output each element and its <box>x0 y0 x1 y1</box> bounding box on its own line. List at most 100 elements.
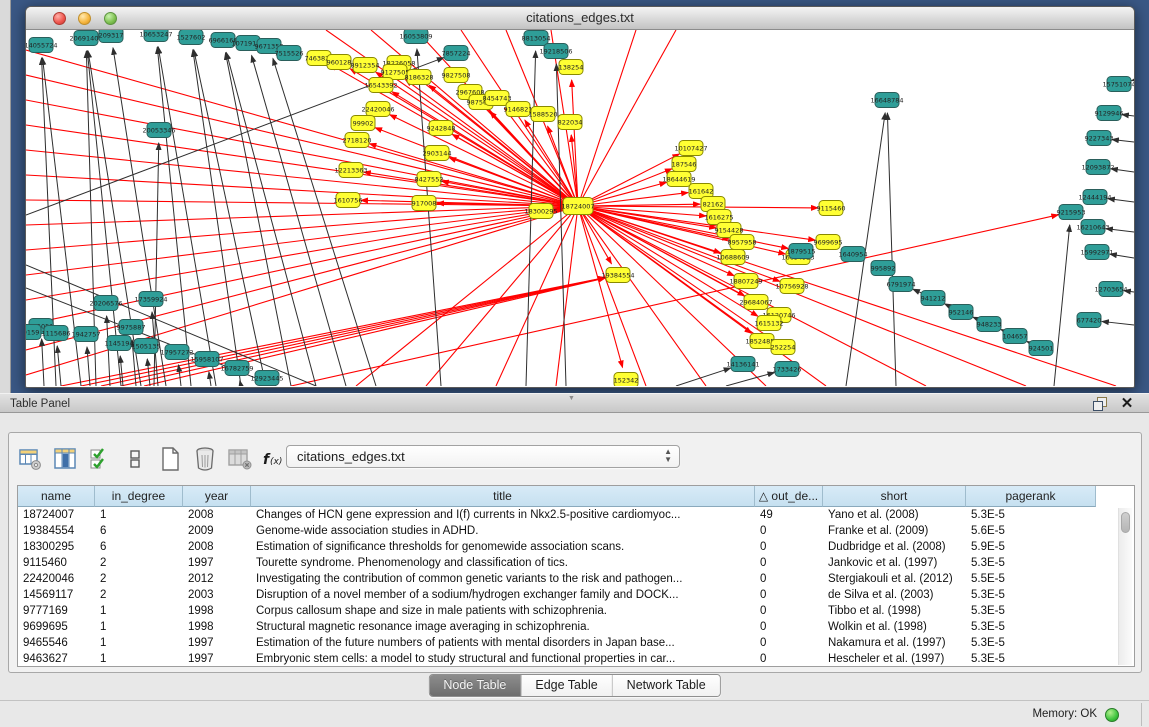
network-edge[interactable] <box>578 206 815 240</box>
network-node[interactable]: 677420 <box>1077 313 1102 328</box>
network-node[interactable]: 16053809 <box>399 30 432 44</box>
network-node[interactable]: 18807249 <box>729 274 762 289</box>
network-node[interactable]: 10107427 <box>674 141 707 156</box>
network-edge[interactable] <box>578 206 646 386</box>
network-node[interactable]: 1527602 <box>177 30 206 45</box>
network-node[interactable]: 19384554 <box>601 268 634 283</box>
network-node[interactable]: 9975887 <box>117 320 146 335</box>
network-node[interactable]: 1615132 <box>755 316 784 331</box>
table-row[interactable]: 1456911722003Disruption of a novel membe… <box>18 587 1134 603</box>
memory-ok-indicator-icon[interactable] <box>1105 708 1119 722</box>
network-edge[interactable] <box>1108 199 1134 202</box>
column-header-out_de[interactable]: △ out_de... <box>755 486 823 507</box>
table-mode-icon[interactable] <box>17 446 43 472</box>
network-node[interactable]: 9115460 <box>817 201 846 216</box>
network-edge[interactable] <box>1054 225 1070 386</box>
network-node[interactable]: 104657 <box>1003 329 1028 344</box>
network-edge[interactable] <box>578 206 623 367</box>
network-node[interactable]: 1145194 <box>105 336 134 351</box>
table-row[interactable]: 969969511998Structural magnetic resonanc… <box>18 619 1134 635</box>
network-edge[interactable] <box>26 206 578 225</box>
network-node[interactable]: 7515526 <box>275 46 304 61</box>
network-edge[interactable] <box>57 346 61 386</box>
network-node[interactable]: 2718120 <box>343 133 372 148</box>
network-node[interactable]: 12923445 <box>250 371 283 386</box>
network-edge[interactable] <box>556 206 578 386</box>
network-node[interactable]: 10756928 <box>775 279 808 294</box>
network-node[interactable]: 1640954 <box>839 247 868 262</box>
network-node[interactable]: 6791974 <box>887 277 916 292</box>
network-node[interactable]: 8427552 <box>415 172 444 187</box>
network-node[interactable]: 7857224 <box>442 46 471 61</box>
float-panel-icon[interactable] <box>1093 397 1107 411</box>
tab-node-table[interactable]: Node Table <box>429 675 521 696</box>
network-node[interactable]: 15958107 <box>190 352 223 367</box>
network-node[interactable]: 941212 <box>921 291 946 306</box>
network-edge[interactable] <box>194 50 266 386</box>
close-panel-icon[interactable]: ✕ <box>1119 395 1135 413</box>
delete-column-icon[interactable] <box>192 446 218 472</box>
function-builder-icon[interactable]: f(x) <box>262 446 288 472</box>
network-node[interactable]: 1879515 <box>787 244 816 259</box>
column-header-short[interactable]: short <box>823 486 966 507</box>
column-header-pagerank[interactable]: pagerank <box>966 486 1096 507</box>
network-edge[interactable] <box>578 206 818 208</box>
table-row[interactable]: 2242004622012Investigating the contribut… <box>18 571 1134 587</box>
network-node[interactable]: 14055724 <box>26 38 58 53</box>
network-edge[interactable] <box>676 368 731 386</box>
network-node[interactable]: 14136141 <box>726 357 759 372</box>
network-node[interactable]: 8813054 <box>522 31 551 46</box>
network-node[interactable]: 12093872 <box>1081 160 1114 175</box>
tab-network-table[interactable]: Network Table <box>613 675 720 696</box>
network-node[interactable]: 1505135 <box>132 339 161 354</box>
network-node[interactable]: 20053346 <box>142 123 175 138</box>
network-node[interactable]: 10653247 <box>139 30 172 42</box>
network-node[interactable]: 9227343 <box>1085 131 1114 146</box>
network-node[interactable]: 187546 <box>672 157 697 172</box>
new-column-icon[interactable] <box>157 446 183 472</box>
network-node[interactable]: 209317 <box>99 30 124 43</box>
network-edge[interactable] <box>578 206 721 253</box>
network-node[interactable]: 1115686 <box>42 326 71 341</box>
network-edge[interactable] <box>356 206 578 386</box>
network-edge[interactable] <box>449 158 578 206</box>
network-edge[interactable] <box>578 206 1026 386</box>
network-edge[interactable] <box>101 278 605 386</box>
network-node[interactable]: 917008 <box>412 196 437 211</box>
table-vertical-scrollbar[interactable] <box>1118 508 1132 665</box>
network-node[interactable]: 138254 <box>559 60 584 75</box>
network-edge[interactable] <box>157 47 191 386</box>
network-node[interactable]: 12213363 <box>334 163 367 178</box>
network-edge[interactable] <box>578 206 706 386</box>
column-header-name[interactable]: name <box>18 486 95 507</box>
table-row[interactable]: 1830029562008Estimation of significance … <box>18 539 1134 555</box>
network-canvas[interactable]: 1872400774638229601288912354182260589127… <box>26 30 1134 386</box>
table-row[interactable]: 977716911998Corpus callosum shape and si… <box>18 603 1134 619</box>
network-node[interactable]: 16648784 <box>870 93 903 108</box>
network-node[interactable]: 29684067 <box>739 295 772 310</box>
network-node[interactable]: 12703654 <box>1094 282 1127 297</box>
network-node[interactable]: 16543392 <box>364 78 397 93</box>
network-node[interactable]: 17957272 <box>160 345 193 360</box>
network-node[interactable]: 8912354 <box>351 58 380 73</box>
network-edge[interactable] <box>1122 115 1134 116</box>
column-header-in_degree[interactable]: in_degree <box>95 486 183 507</box>
network-edge[interactable] <box>107 316 110 386</box>
table-row[interactable]: 911546021997Tourette syndrome. Phenomeno… <box>18 555 1134 571</box>
network-node[interactable]: 924501 <box>1029 341 1054 356</box>
network-node[interactable]: 18724007 <box>561 198 594 215</box>
network-edge[interactable] <box>556 64 566 386</box>
network-edge[interactable] <box>26 206 578 300</box>
network-node[interactable]: 16782759 <box>220 361 253 376</box>
scrollbar-thumb[interactable] <box>1121 512 1130 533</box>
network-node[interactable]: 19218506 <box>539 44 572 59</box>
table-row[interactable]: 946554611997Estimation of the future num… <box>18 635 1134 651</box>
tab-edge-table[interactable]: Edge Table <box>521 675 612 696</box>
network-edge[interactable] <box>1112 139 1134 142</box>
network-edge[interactable] <box>369 144 578 206</box>
table-row[interactable]: 1938455462009Genome-wide association stu… <box>18 523 1134 539</box>
network-node[interactable]: 99902 <box>351 116 375 131</box>
network-node[interactable]: 1733426 <box>773 362 802 377</box>
column-header-title[interactable]: title <box>251 486 755 507</box>
select-columns-icon[interactable] <box>87 446 113 472</box>
